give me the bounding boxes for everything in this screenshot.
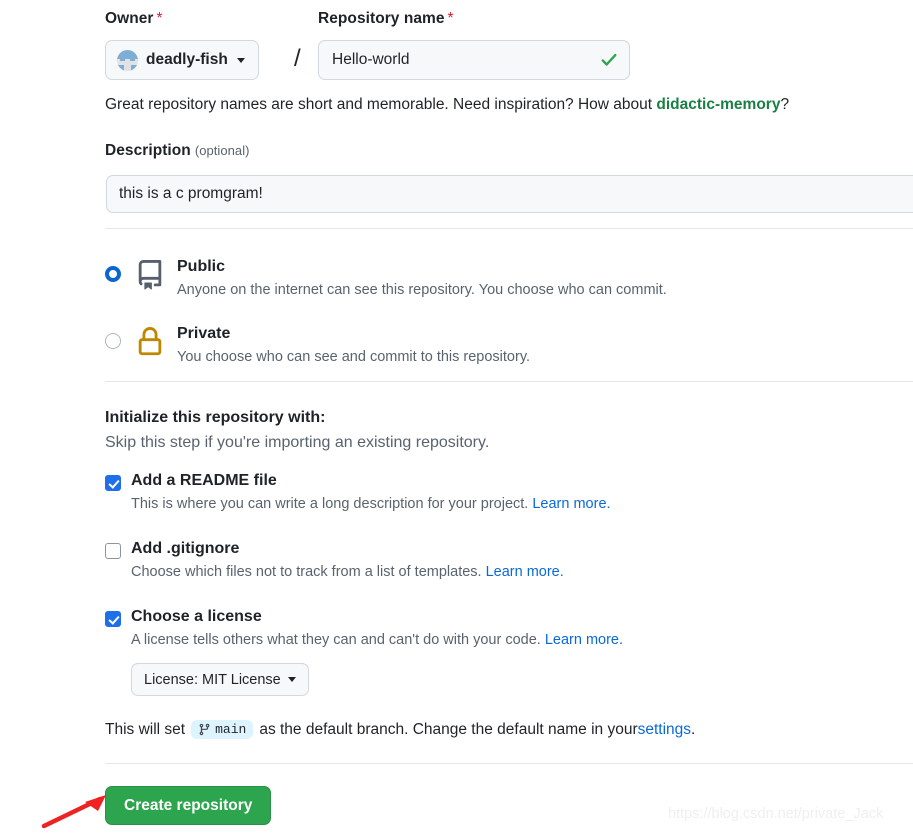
owner-label-text: Owner — [105, 10, 154, 27]
readme-description: This is where you can write a long descr… — [131, 496, 611, 512]
readme-learn-more-link[interactable]: Learn more. — [532, 496, 610, 512]
watermark: https://blog.csdn.net/private_Jack — [668, 806, 884, 822]
license-description-text: A license tells others what they can and… — [131, 632, 545, 648]
license-learn-more-link[interactable]: Learn more. — [545, 632, 623, 648]
license-description: A license tells others what they can and… — [131, 632, 623, 648]
gitignore-title: Add .gitignore — [131, 540, 240, 557]
divider-visibility — [105, 228, 913, 229]
settings-link[interactable]: settings — [638, 721, 691, 739]
license-dropdown-button[interactable]: License: MIT License — [131, 663, 309, 696]
readme-title: Add a README file — [131, 472, 277, 489]
gitignore-description-text: Choose which files not to track from a l… — [131, 564, 486, 580]
hint-text-after: ? — [780, 96, 790, 113]
owner-repo-separator: / — [294, 45, 301, 72]
description-label-text: Description — [105, 142, 191, 159]
repository-name-input-wrapper — [318, 40, 630, 80]
create-repository-button[interactable]: Create repository — [105, 786, 272, 825]
visibility-public-title: Public — [177, 258, 226, 275]
branch-badge: main — [191, 720, 254, 739]
gitignore-learn-more-link[interactable]: Learn more. — [486, 564, 564, 580]
description-input[interactable] — [106, 175, 913, 213]
branch-name: main — [215, 722, 247, 737]
visibility-public-description: Anyone on the internet can see this repo… — [177, 282, 667, 298]
chevron-down-icon — [287, 677, 296, 682]
repository-name-hint: Great repository names are short and mem… — [105, 96, 789, 114]
checkbox-add-readme[interactable] — [105, 475, 121, 491]
repo-icon — [138, 260, 162, 290]
owner-select-button[interactable]: deadly-fish — [105, 40, 259, 80]
license-dropdown-label: License: MIT License — [144, 671, 281, 688]
chevron-down-icon — [236, 57, 245, 63]
license-title: Choose a license — [131, 608, 262, 625]
owner-selected-name: deadly-fish — [146, 51, 228, 68]
repository-name-required-star: * — [447, 10, 454, 27]
owner-avatar — [117, 49, 138, 71]
description-optional-note: (optional) — [194, 143, 250, 158]
lock-icon — [138, 327, 162, 356]
owner-label: Owner * — [105, 10, 163, 28]
radio-public[interactable] — [105, 266, 121, 282]
owner-required-star: * — [156, 10, 163, 27]
git-branch-icon — [199, 723, 210, 736]
checkbox-add-gitignore[interactable] — [105, 543, 121, 559]
suggested-name-link[interactable]: didactic-memory — [656, 96, 780, 113]
divider-initialize — [105, 381, 913, 382]
readme-description-text: This is where you can write a long descr… — [131, 496, 533, 512]
checkbox-choose-license[interactable] — [105, 611, 121, 627]
default-branch-note: This will set main as the default branch… — [105, 720, 695, 739]
gitignore-description: Choose which files not to track from a l… — [131, 564, 564, 580]
initialize-section-subtitle: Skip this step if you're importing an ex… — [105, 434, 490, 451]
default-branch-text-after: . — [691, 720, 696, 738]
valid-check-icon — [601, 53, 617, 66]
visibility-private-title: Private — [177, 325, 231, 342]
repository-name-label-text: Repository name — [318, 10, 445, 27]
default-branch-text-middle: as the default branch. Change the defaul… — [259, 720, 638, 738]
divider-footer — [105, 763, 913, 764]
radio-private[interactable] — [105, 333, 121, 349]
create-repository-form: Owner* deadly-fish / Repository name* — [0, 0, 913, 833]
visibility-private-description: You choose who can see and commit to thi… — [177, 349, 531, 365]
initialize-section-title: Initialize this repository with: — [105, 409, 326, 426]
repository-name-input[interactable] — [319, 41, 629, 79]
default-branch-text-before: This will set — [105, 720, 186, 738]
description-label: Description (optional) — [105, 142, 250, 160]
repository-name-label: Repository name * — [318, 10, 454, 28]
hint-text-before: Great repository names are short and mem… — [105, 96, 657, 113]
